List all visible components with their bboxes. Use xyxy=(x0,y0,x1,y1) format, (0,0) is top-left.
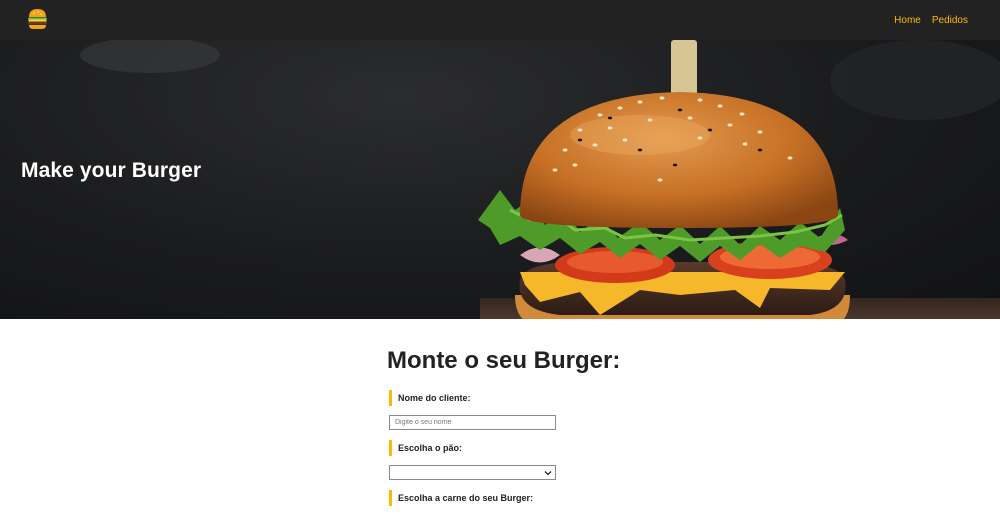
bread-label: Escolha o pão: xyxy=(389,440,462,456)
burger-logo-icon[interactable] xyxy=(27,8,48,30)
customer-name-input[interactable] xyxy=(389,415,556,430)
hero-title: Make your Burger xyxy=(21,159,202,182)
burger-form-section: Monte o seu Burger: Nome do cliente: Esc… xyxy=(0,319,1000,514)
hero-banner: Make your Burger xyxy=(0,40,1000,319)
chevron-down-icon xyxy=(544,471,552,476)
customer-name-label: Nome do cliente: xyxy=(389,390,471,406)
bread-select[interactable] xyxy=(389,465,556,480)
top-navbar: Home Pedidos xyxy=(0,0,1000,40)
form-title: Monte o seu Burger: xyxy=(387,347,621,374)
nav-home-link[interactable]: Home xyxy=(894,15,921,26)
nav-links: Home Pedidos xyxy=(894,0,968,40)
meat-label: Escolha a carne do seu Burger: xyxy=(389,490,533,506)
nav-pedidos-link[interactable]: Pedidos xyxy=(932,15,968,26)
